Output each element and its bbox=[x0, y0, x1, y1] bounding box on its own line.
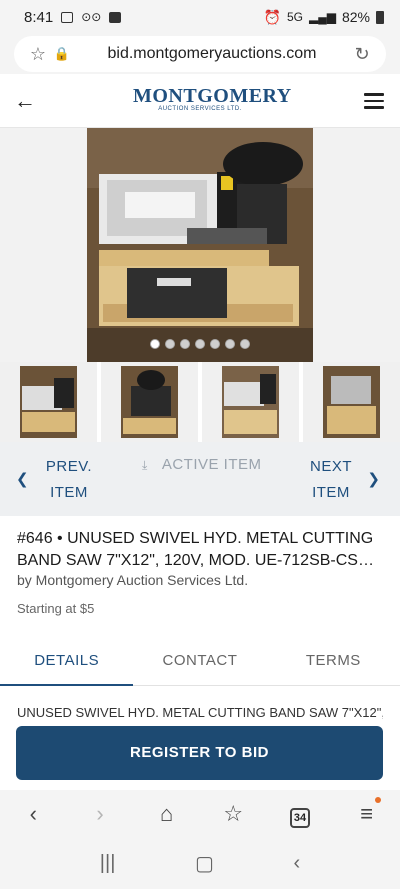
tab-terms[interactable]: TERMS bbox=[267, 636, 400, 685]
chevron-left-icon[interactable]: ❮ bbox=[16, 470, 29, 488]
status-time: 8:41 bbox=[24, 8, 54, 26]
check-notification-icon bbox=[109, 11, 122, 23]
recent-apps-icon[interactable]: ||| bbox=[100, 852, 116, 875]
carousel-dots bbox=[150, 339, 250, 349]
back-arrow-icon[interactable]: ← bbox=[14, 88, 36, 114]
alarm-icon: ⏰ bbox=[263, 8, 281, 25]
thumbnail-2[interactable] bbox=[101, 362, 198, 442]
lot-title: #646 • UNUSED SWIVEL HYD. METAL CUTTING … bbox=[17, 528, 383, 572]
lot-seller: by Montgomery Auction Services Ltd. bbox=[17, 572, 249, 588]
wifi-icon: 5G bbox=[286, 10, 303, 24]
carousel-dot[interactable] bbox=[210, 339, 220, 349]
carousel-dot[interactable] bbox=[180, 339, 190, 349]
browser-url-bar: ☆ 🔒 bid.montgomeryauctions.com ↻ bbox=[0, 34, 400, 74]
thumbnail-3[interactable] bbox=[202, 362, 299, 442]
active-item-label: ACTIVE ITEM bbox=[161, 456, 262, 473]
browser-toolbar: ‹ › ⌂ ☆ 34 ≡ bbox=[0, 790, 400, 838]
thumbnail-1[interactable] bbox=[0, 362, 97, 442]
reload-icon[interactable]: ↻ bbox=[350, 44, 374, 65]
lot-image-carousel[interactable] bbox=[0, 128, 400, 362]
chevron-right-icon[interactable]: ❯ bbox=[367, 470, 380, 488]
browser-menu-icon[interactable]: ≡ bbox=[347, 797, 387, 827]
register-to-bid-button[interactable]: REGISTER TO BID bbox=[16, 726, 383, 780]
url-pill[interactable]: ☆ 🔒 bid.montgomeryauctions.com ↻ bbox=[14, 36, 386, 72]
site-logo[interactable]: MONTGOMERY AUCTION SERVICES LTD. bbox=[133, 85, 292, 113]
home-icon[interactable]: ⌂ bbox=[147, 801, 187, 827]
browser-back-icon[interactable]: ‹ bbox=[13, 801, 53, 827]
hamburger-menu-icon[interactable] bbox=[364, 93, 384, 113]
star-bookmark-icon[interactable]: ☆ bbox=[26, 44, 50, 65]
thumbnail-4[interactable] bbox=[303, 362, 400, 442]
carousel-dot[interactable] bbox=[195, 339, 205, 349]
tab-details[interactable]: DETAILS bbox=[0, 636, 134, 686]
prev-item-button[interactable]: PREV. ITEM bbox=[40, 454, 98, 506]
lock-icon: 🔒 bbox=[53, 46, 71, 61]
thumbnail-strip bbox=[0, 362, 400, 442]
battery-icon bbox=[376, 10, 384, 24]
signal-icon: ▂▄▆ bbox=[309, 10, 336, 24]
bookmarks-icon[interactable]: ☆ bbox=[213, 801, 253, 827]
starting-price: Starting at $5 bbox=[17, 601, 95, 616]
download-arrow-icon: ⤓ bbox=[142, 458, 148, 472]
tab-contact[interactable]: CONTACT bbox=[133, 636, 266, 685]
carousel-dot[interactable] bbox=[240, 339, 250, 349]
carousel-dot[interactable] bbox=[225, 339, 235, 349]
site-header: ← MONTGOMERY AUCTION SERVICES LTD. bbox=[0, 74, 400, 128]
status-bar: 8:41 ⊙⊙ ⏰ 5G ▂▄▆ 82% bbox=[0, 0, 400, 34]
tabs-count: 34 bbox=[289, 807, 310, 828]
logo-sub-text: AUCTION SERVICES LTD. bbox=[158, 106, 242, 112]
tabs-icon[interactable]: 34 bbox=[280, 801, 320, 828]
next-item-button[interactable]: NEXT ITEM bbox=[302, 454, 360, 506]
lot-title-line2: BAND SAW 7"X12", 120V, MOD. UE-712SB-CSA… bbox=[17, 552, 383, 569]
active-item-indicator: ⤓ ACTIVE ITEM bbox=[142, 456, 262, 473]
url-text[interactable]: bid.montgomeryauctions.com bbox=[74, 45, 350, 63]
system-navigation-bar: ||| ▢ ‹ bbox=[0, 838, 400, 889]
logo-main-text: MONTGOMERY bbox=[133, 85, 292, 107]
carousel-dot[interactable] bbox=[150, 339, 160, 349]
lot-tabs: DETAILS CONTACT TERMS bbox=[0, 636, 400, 686]
lot-title-line1: #646 • UNUSED SWIVEL HYD. METAL CUTTING bbox=[17, 530, 374, 547]
voicemail-icon: ⊙⊙ bbox=[81, 10, 102, 24]
system-back-icon[interactable]: ‹ bbox=[294, 852, 301, 875]
browser-forward-icon[interactable]: › bbox=[80, 801, 120, 827]
lot-description-preview: UNUSED SWIVEL HYD. METAL CUTTING BAND SA… bbox=[17, 705, 383, 720]
battery-percent: 82% bbox=[341, 9, 370, 25]
item-navigation: ❮ PREV. ITEM ⤓ ACTIVE ITEM NEXT ITEM ❯ bbox=[0, 442, 400, 516]
gallery-notification-icon bbox=[61, 11, 74, 23]
lot-main-image[interactable] bbox=[87, 128, 313, 362]
home-button-icon[interactable]: ▢ bbox=[195, 851, 214, 876]
notification-dot bbox=[374, 797, 381, 803]
carousel-dot[interactable] bbox=[165, 339, 175, 349]
